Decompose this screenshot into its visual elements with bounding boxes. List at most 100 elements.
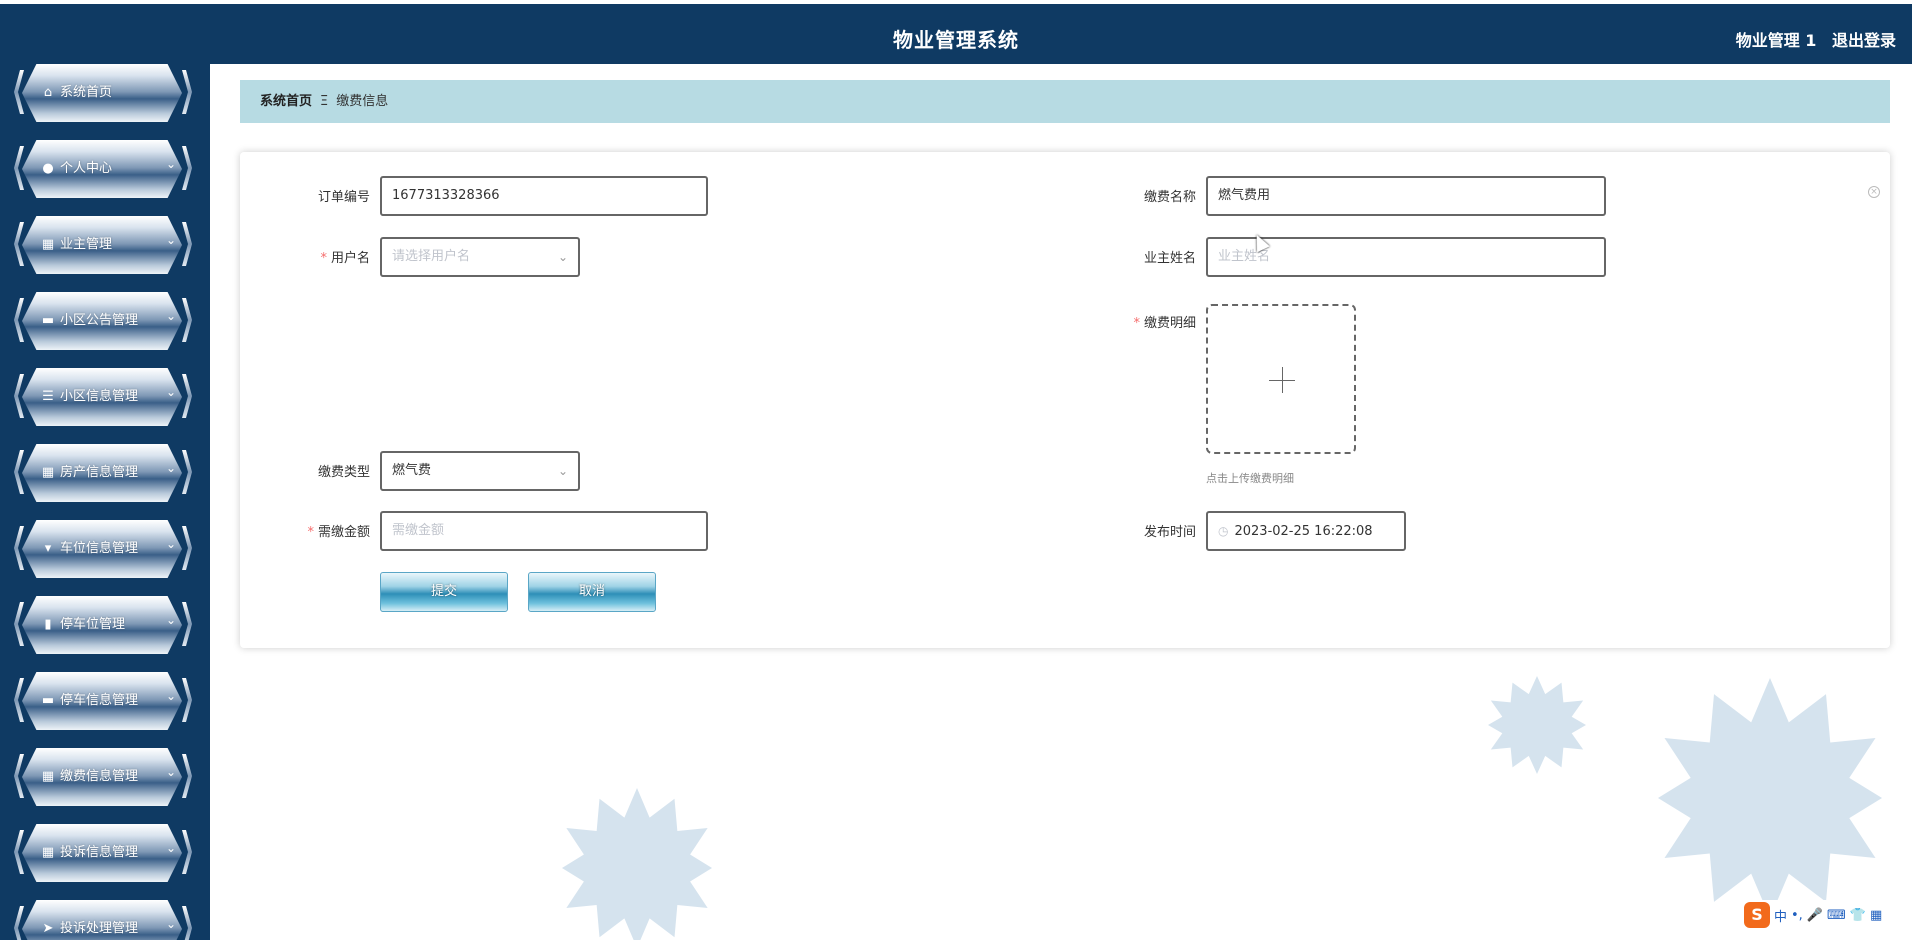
- sidebar-item[interactable]: ▾ 车位信息管理 ⌄: [14, 520, 194, 578]
- chevron-down-icon: ⌄: [166, 233, 177, 247]
- sidebar-item-label: 业主管理: [60, 237, 113, 252]
- microphone-icon[interactable]: 🎤: [1807, 908, 1823, 923]
- fee-detail-label: * 缴费明细: [1133, 316, 1196, 331]
- bar-chart-icon: ▮: [44, 617, 52, 632]
- sidebar: ⌂ 系统首页 ● 个人中心 ⌄ ▦ 业主管理 ⌄ ▬ 小区公告管理 ⌄ ☰ 小区信息管理 ⌄ ▦ 房产信息管理…: [0, 64, 210, 940]
- sidebar-item-label: 停车位管理: [60, 617, 126, 632]
- decor-star-bottom: [562, 788, 712, 940]
- menu-wing-decoration: [182, 70, 192, 114]
- sidebar-item-label: 车位信息管理: [60, 541, 139, 556]
- clock-icon: ◷: [1218, 524, 1229, 538]
- home-icon: ⌂: [43, 85, 53, 100]
- chevron-down-icon: ⌄: [557, 250, 568, 264]
- skin-icon[interactable]: 👕: [1850, 908, 1866, 923]
- close-icon[interactable]: ×: [1868, 186, 1880, 198]
- app-title: 物业管理系统: [893, 28, 1019, 52]
- required-mark: *: [307, 525, 314, 540]
- logout-button[interactable]: 退出登录: [1832, 31, 1896, 50]
- sidebar-item-label: 小区公告管理: [60, 313, 139, 328]
- user-icon: ●: [42, 161, 54, 176]
- menu-wing-decoration: [182, 450, 192, 494]
- sidebar-item[interactable]: ⌂ 系统首页: [14, 64, 194, 122]
- sidebar-item-label: 系统首页: [60, 85, 113, 100]
- username-label: * 用户名: [320, 251, 370, 266]
- chevron-down-icon: ⌄: [166, 157, 177, 171]
- sidebar-item[interactable]: ▦ 投诉信息管理 ⌄: [14, 824, 194, 882]
- fee-type-label: 缴费类型: [317, 465, 370, 480]
- sidebar-item[interactable]: ☰ 小区信息管理 ⌄: [14, 368, 194, 426]
- chevron-down-icon: ⌄: [166, 309, 177, 323]
- publish-time-picker[interactable]: ◷ 2023-02-25 16:22:08: [1206, 511, 1406, 551]
- user-area: 物业管理 1 退出登录: [1726, 27, 1896, 51]
- required-mark: *: [320, 251, 327, 266]
- amount-due-input[interactable]: 需缴金额: [380, 511, 708, 551]
- menu-wing-decoration: [182, 830, 192, 874]
- chevron-down-icon: ⌄: [166, 765, 177, 779]
- chevron-down-icon: ⌄: [166, 917, 177, 931]
- main-content: 系统首页 Ξ 缴费信息 × 订单编号 1677313328366 缴费名称 燃气费用…: [210, 64, 1912, 940]
- sidebar-item-label: 房产信息管理: [60, 465, 139, 480]
- grid-icon: ▦: [41, 769, 55, 784]
- order-no-label: 订单编号: [317, 190, 370, 205]
- ticket-icon: ▬: [41, 693, 55, 708]
- chevron-down-icon: ⌄: [166, 537, 177, 551]
- sidebar-item-label: 停车信息管理: [60, 693, 139, 708]
- menu-wing-decoration: [182, 222, 192, 266]
- chevron-down-icon: ⌄: [166, 613, 177, 627]
- required-mark: *: [1133, 316, 1140, 331]
- grid-icon: ▦: [41, 465, 55, 480]
- owner-name-label: 业主姓名: [1143, 251, 1196, 266]
- amount-due-label: * 需缴金额: [307, 525, 370, 540]
- fee-name-label: 缴费名称: [1143, 190, 1196, 205]
- sidebar-item[interactable]: ▮ 停车位管理 ⌄: [14, 596, 194, 654]
- chevron-down-icon: ⌄: [166, 841, 177, 855]
- sign-icon: ▾: [44, 541, 52, 556]
- fee-type-select[interactable]: 燃气费 ⌄: [380, 451, 580, 491]
- sidebar-item-label: 缴费信息管理: [60, 769, 139, 784]
- sidebar-item[interactable]: ▦ 房产信息管理 ⌄: [14, 444, 194, 502]
- user-name[interactable]: 物业管理 1: [1736, 31, 1817, 50]
- grid-icon[interactable]: ▦: [1870, 908, 1882, 923]
- publish-time-label: 发布时间: [1143, 525, 1196, 540]
- monitor-icon: ▬: [41, 313, 55, 328]
- chevron-down-icon: ⌄: [166, 461, 177, 475]
- app-root: 物业管理系统 物业管理 1 退出登录 ⌂ 系统首页 ● 个人中心 ⌄ ▦ 业主管理 ⌄ ▬ 小区公…: [0, 0, 1912, 940]
- payment-form-card: × 订单编号 1677313328366 缴费名称 燃气费用 * 用户名 请选择用…: [240, 152, 1890, 648]
- sidebar-item-label: 小区信息管理: [60, 389, 139, 404]
- keyboard-icon[interactable]: ⌨: [1827, 908, 1846, 923]
- ime-punct-icon[interactable]: •,: [1791, 908, 1803, 923]
- sidebar-item[interactable]: ➤ 投诉处理管理 ⌄: [14, 900, 194, 940]
- submit-button[interactable]: 提交: [380, 572, 508, 612]
- fee-name-input[interactable]: 燃气费用: [1206, 176, 1606, 216]
- chevron-down-icon: ⌄: [166, 385, 177, 399]
- upload-hint: 点击上传缴费明细: [1206, 472, 1294, 485]
- breadcrumb: 系统首页 Ξ 缴费信息: [240, 80, 1890, 123]
- grid-icon: ▦: [41, 237, 55, 252]
- sidebar-item[interactable]: ▬ 小区公告管理 ⌄: [14, 292, 194, 350]
- menu-wing-decoration: [182, 602, 192, 646]
- menu-wing-decoration: [182, 754, 192, 798]
- sidebar-item[interactable]: ▦ 缴费信息管理 ⌄: [14, 748, 194, 806]
- menu-wing-decoration: [182, 678, 192, 722]
- sidebar-item[interactable]: ▦ 业主管理 ⌄: [14, 216, 194, 274]
- fee-detail-upload[interactable]: [1206, 304, 1356, 454]
- username-select[interactable]: 请选择用户名 ⌄: [380, 237, 580, 277]
- order-no-input[interactable]: 1677313328366: [380, 176, 708, 216]
- cancel-button[interactable]: 取消: [528, 572, 656, 612]
- ime-toolbar: S 中 •, 🎤 ⌨ 👕 ▦: [1740, 900, 1912, 930]
- sidebar-item-label: 投诉信息管理: [60, 845, 139, 860]
- chevron-down-icon: ⌄: [557, 464, 568, 478]
- decor-star-large: [1658, 678, 1882, 918]
- send-icon: ➤: [42, 921, 54, 936]
- grid-icon: ▦: [41, 845, 55, 860]
- sidebar-item-label: 个人中心: [60, 161, 113, 176]
- sidebar-item[interactable]: ● 个人中心 ⌄: [14, 140, 194, 198]
- ime-lang-toggle[interactable]: 中: [1774, 906, 1787, 925]
- menu-wing-decoration: [182, 906, 192, 940]
- sogou-logo-icon[interactable]: S: [1744, 902, 1770, 928]
- sidebar-item-label: 投诉处理管理: [60, 921, 139, 936]
- menu-wing-decoration: [14, 906, 24, 940]
- decor-star-small: [1488, 676, 1586, 774]
- sidebar-item[interactable]: ▬ 停车信息管理 ⌄: [14, 672, 194, 730]
- breadcrumb-home[interactable]: 系统首页: [260, 94, 312, 109]
